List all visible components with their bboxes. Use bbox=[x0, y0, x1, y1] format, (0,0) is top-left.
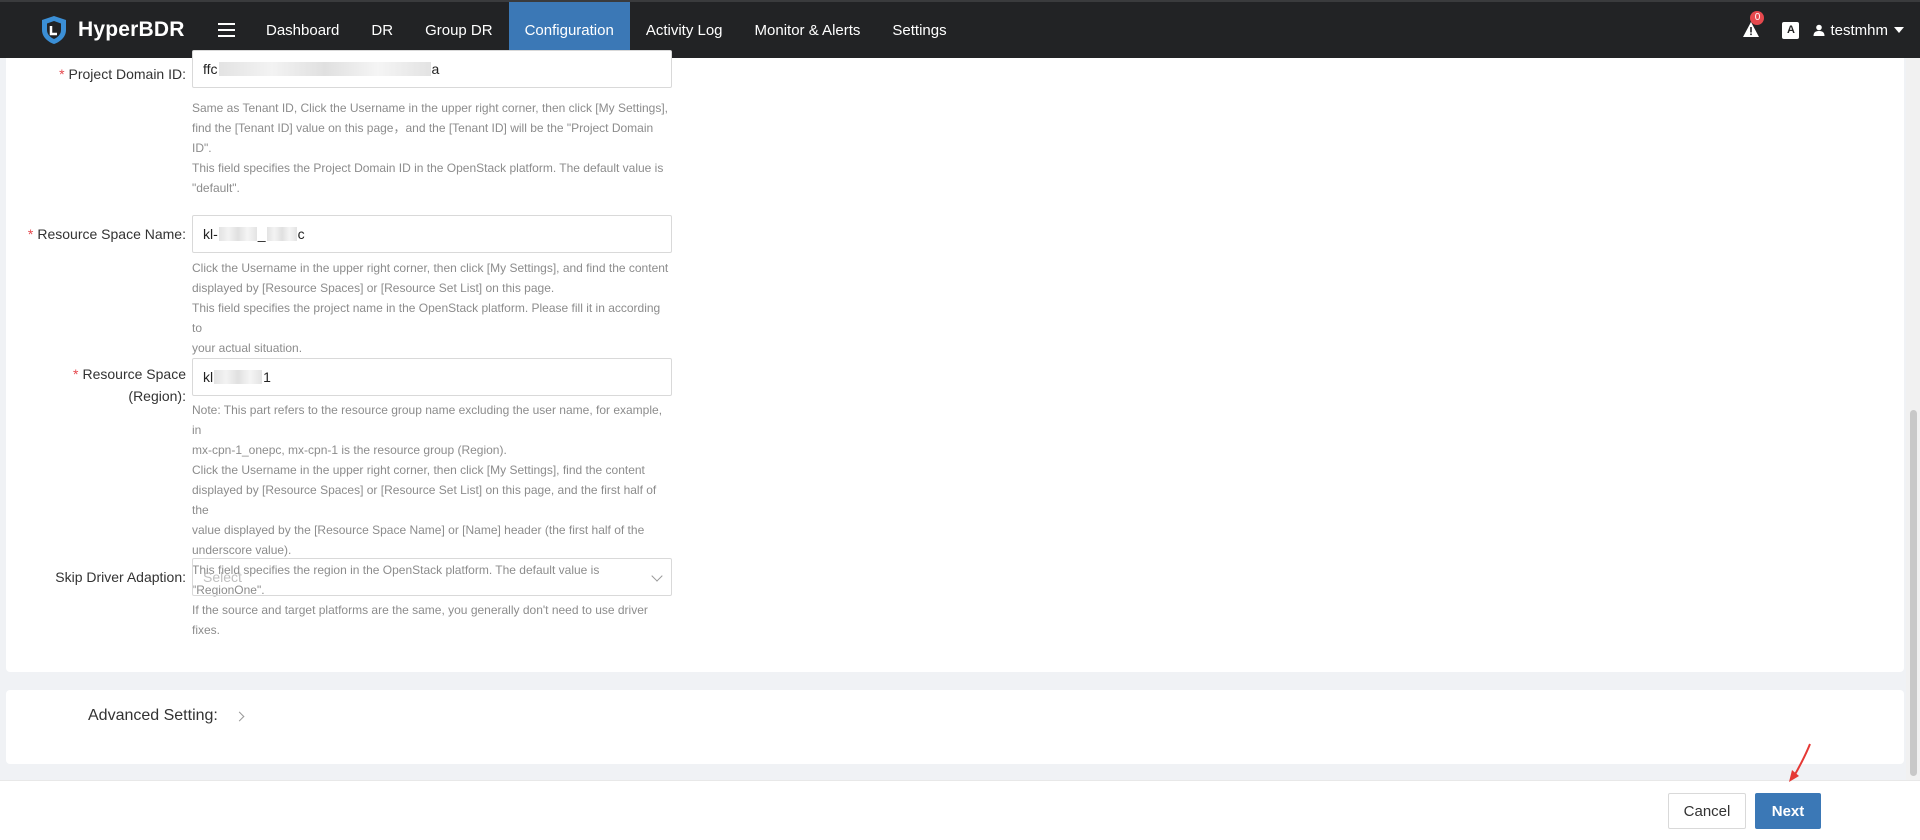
resource-space-region-label: * Resource Space (Region): bbox=[73, 366, 186, 404]
project-domain-id-label: * Project Domain ID: bbox=[59, 66, 186, 82]
red-arrow-annotation-icon bbox=[1789, 743, 1811, 782]
chevron-down-icon bbox=[651, 570, 663, 582]
project-domain-id-help: Same as Tenant ID, Click the Username in… bbox=[192, 101, 668, 195]
language-icon[interactable]: A bbox=[1782, 21, 1800, 39]
resource-space-name-input[interactable]: kl- _ c bbox=[192, 215, 672, 253]
menu-toggle-icon[interactable] bbox=[218, 23, 236, 37]
form-card: * Project Domain ID: ffc a Same as Tenant … bbox=[6, 50, 1904, 672]
advanced-setting-card: Advanced Setting: bbox=[6, 690, 1904, 764]
cancel-button[interactable]: Cancel bbox=[1668, 793, 1746, 829]
resource-space-region-input[interactable]: kl 1 bbox=[192, 358, 672, 396]
skip-driver-adaption-select[interactable]: Select bbox=[192, 558, 672, 596]
scrollbar-thumb[interactable] bbox=[1910, 410, 1917, 776]
footer-actions: Cancel Next bbox=[0, 780, 1920, 840]
app-name: HyperBDR bbox=[78, 18, 185, 41]
alert-bell-icon[interactable]: 0 bbox=[1742, 11, 1765, 39]
page-scrollbar[interactable] bbox=[1906, 58, 1920, 780]
next-button[interactable]: Next bbox=[1755, 793, 1821, 829]
chevron-down-icon bbox=[1894, 27, 1904, 33]
skip-driver-adaption-label: Skip Driver Adaption: bbox=[55, 569, 186, 585]
advanced-setting-label[interactable]: Advanced Setting: bbox=[88, 707, 218, 725]
chevron-right-icon[interactable] bbox=[234, 711, 245, 722]
nav-monitor-alerts[interactable]: Monitor & Alerts bbox=[739, 2, 877, 58]
resource-space-name-label: * Resource Space Name: bbox=[27, 226, 186, 242]
user-menu[interactable]: testmhm bbox=[1813, 22, 1904, 39]
user-icon bbox=[1813, 24, 1825, 36]
alert-count-badge: 0 bbox=[1750, 11, 1765, 25]
hyperbdr-shield-icon bbox=[42, 16, 66, 44]
resource-space-name-help: Click the Username in the upper right co… bbox=[192, 261, 669, 355]
username: testmhm bbox=[1830, 21, 1888, 39]
nav-settings[interactable]: Settings bbox=[876, 2, 962, 58]
project-domain-id-input[interactable]: ffc a bbox=[192, 50, 672, 88]
skip-driver-adaption-help: If the source and target platforms are t… bbox=[192, 603, 648, 637]
app-logo[interactable]: HyperBDR bbox=[38, 14, 194, 46]
